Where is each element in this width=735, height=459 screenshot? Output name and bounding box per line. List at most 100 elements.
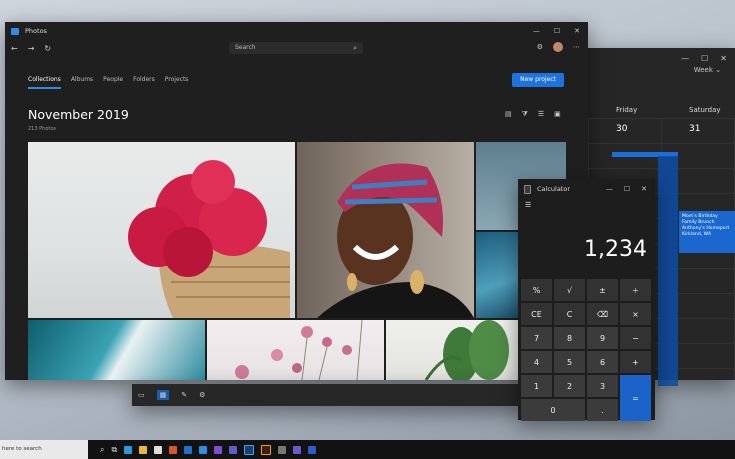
event-block[interactable] — [658, 156, 678, 386]
key-0[interactable]: 0 — [521, 399, 585, 421]
photo-frost[interactable] — [476, 232, 518, 318]
key-sqrt[interactable]: √ — [554, 279, 585, 301]
search-placeholder: Search — [235, 44, 256, 51]
key-negate[interactable]: ± — [587, 279, 618, 301]
store-icon[interactable] — [154, 445, 163, 454]
task-view-icon[interactable]: ⧉ — [111, 445, 117, 455]
key-minus[interactable]: − — [620, 327, 651, 349]
date-31: 31 — [689, 124, 701, 134]
photo-count: 213 Photos — [28, 126, 57, 132]
settings-icon[interactable]: ⚙ — [537, 43, 543, 51]
key-decimal[interactable]: . — [587, 399, 618, 421]
new-project-button[interactable]: New project — [512, 73, 564, 87]
list-icon[interactable]: ☰ — [538, 110, 544, 119]
hamburger-icon[interactable]: ☰ — [525, 201, 531, 209]
key-1[interactable]: 1 — [521, 375, 552, 397]
event-location: Kirkland, WA — [682, 231, 712, 237]
close-icon[interactable]: ✕ — [641, 185, 647, 193]
minimize-icon[interactable]: — — [533, 27, 540, 35]
key-8[interactable]: 8 — [554, 327, 585, 349]
photos-titlebar: Photos — ☐ ✕ — [5, 22, 588, 40]
maximize-icon[interactable]: ☐ — [624, 185, 630, 193]
pink-blossoms-image — [235, 320, 363, 380]
calculator-app-icon — [524, 184, 531, 194]
file-explorer-icon[interactable] — [139, 445, 148, 454]
calculator-keypad: % √ ± ÷ CE C ⌫ × 7 8 9 − 4 5 6 + 1 2 3 =… — [521, 279, 652, 421]
save-icon[interactable]: ▤ — [505, 110, 512, 119]
key-c[interactable]: C — [554, 303, 585, 325]
calendar-event[interactable]: Mom's Birthday Family Brunch Anthony's H… — [679, 211, 735, 253]
day-friday: Friday — [616, 106, 638, 114]
tab-people[interactable]: People — [103, 76, 123, 89]
key-4[interactable]: 4 — [521, 351, 552, 373]
forward-arrow-icon[interactable]: → — [28, 44, 35, 53]
refresh-icon[interactable]: ↻ — [44, 44, 51, 53]
key-ce[interactable]: CE — [521, 303, 552, 325]
calculator-display: 1,234 — [584, 237, 647, 262]
photo-coast[interactable] — [28, 320, 205, 380]
search-icon[interactable]: ⌕ — [100, 445, 104, 455]
key-2[interactable]: 2 — [554, 375, 585, 397]
window-title: Photos — [25, 27, 47, 35]
key-plus[interactable]: + — [620, 351, 651, 373]
maximize-icon[interactable]: ☐ — [554, 27, 560, 35]
pin-icon[interactable]: ✎ — [181, 391, 187, 399]
search-input[interactable]: Search ⌕ — [229, 42, 363, 54]
photos-window: Photos — ☐ ✕ ← → ↻ Search ⌕ ⚙ ⋯ Collecti… — [5, 22, 588, 380]
calculator-title: Calculator — [537, 185, 571, 193]
settings-icon[interactable]: ⚙ — [199, 391, 205, 399]
tab-projects[interactable]: Projects — [165, 76, 189, 89]
taskbar-icons: ⌕ ⧉ — [100, 444, 317, 455]
taskbar: here to search ⌕ ⧉ — [0, 440, 735, 459]
minimize-icon[interactable]: — — [606, 185, 613, 193]
minimize-icon[interactable]: — — [681, 54, 689, 63]
close-icon[interactable]: ✕ — [720, 54, 727, 63]
key-equals[interactable]: = — [620, 375, 651, 421]
day-headers: Friday Saturday — [588, 106, 735, 114]
teams-icon[interactable] — [229, 445, 238, 454]
back-arrow-icon[interactable]: ← — [11, 44, 18, 53]
firefox-icon[interactable] — [169, 445, 178, 454]
tab-bar: Collections Albums People Folders Projec… — [28, 76, 188, 89]
photos-taskbar-icon[interactable] — [199, 445, 208, 454]
avatar[interactable] — [553, 42, 563, 52]
taskbar-search[interactable]: here to search — [0, 440, 88, 459]
key-divide[interactable]: ÷ — [620, 279, 651, 301]
close-icon[interactable]: ✕ — [574, 27, 580, 35]
key-6[interactable]: 6 — [587, 351, 618, 373]
onenote-icon[interactable] — [214, 445, 223, 454]
tab-albums[interactable]: Albums — [71, 76, 93, 89]
photo-pink-blossoms[interactable] — [207, 320, 384, 380]
key-7[interactable]: 7 — [521, 327, 552, 349]
date-headers: 30 31 — [588, 124, 735, 134]
key-percent[interactable]: % — [521, 279, 552, 301]
visual-studio-icon[interactable] — [293, 445, 302, 454]
search-icon[interactable]: ⌕ — [353, 42, 357, 54]
key-multiply[interactable]: × — [620, 303, 651, 325]
calculator-taskbar-icon[interactable] — [278, 445, 287, 454]
key-backspace[interactable]: ⌫ — [587, 303, 618, 325]
page-title: November 2019 — [28, 107, 129, 122]
photo-flowers-basket[interactable] — [28, 142, 295, 318]
slideshow-icon[interactable]: ▣ — [554, 110, 561, 119]
filter-icon[interactable]: ⧩ — [522, 110, 528, 119]
tab-collections[interactable]: Collections — [28, 76, 61, 89]
more-icon[interactable]: ⋯ — [573, 43, 580, 51]
event-title: Mom's Birthday Family Brunch — [682, 214, 718, 225]
edge-icon[interactable] — [124, 445, 133, 454]
photo-smiling-woman[interactable] — [297, 142, 474, 318]
key-3[interactable]: 3 — [587, 375, 618, 397]
smiling-woman-image — [317, 163, 474, 318]
gallery-icon[interactable]: ▭ — [138, 391, 145, 399]
key-9[interactable]: 9 — [587, 327, 618, 349]
tab-folders[interactable]: Folders — [133, 76, 155, 89]
view-selector[interactable]: Week ⌄ — [694, 66, 721, 74]
key-5[interactable]: 5 — [554, 351, 585, 373]
photoshop-icon[interactable] — [244, 444, 255, 455]
maximize-icon[interactable]: ☐ — [701, 54, 708, 63]
outlook-icon[interactable] — [184, 445, 193, 454]
photos-app-icon — [11, 27, 19, 35]
illustrator-icon[interactable] — [261, 444, 272, 455]
calendar-view-icon[interactable]: ▦ — [156, 390, 170, 400]
word-icon[interactable] — [308, 445, 317, 454]
